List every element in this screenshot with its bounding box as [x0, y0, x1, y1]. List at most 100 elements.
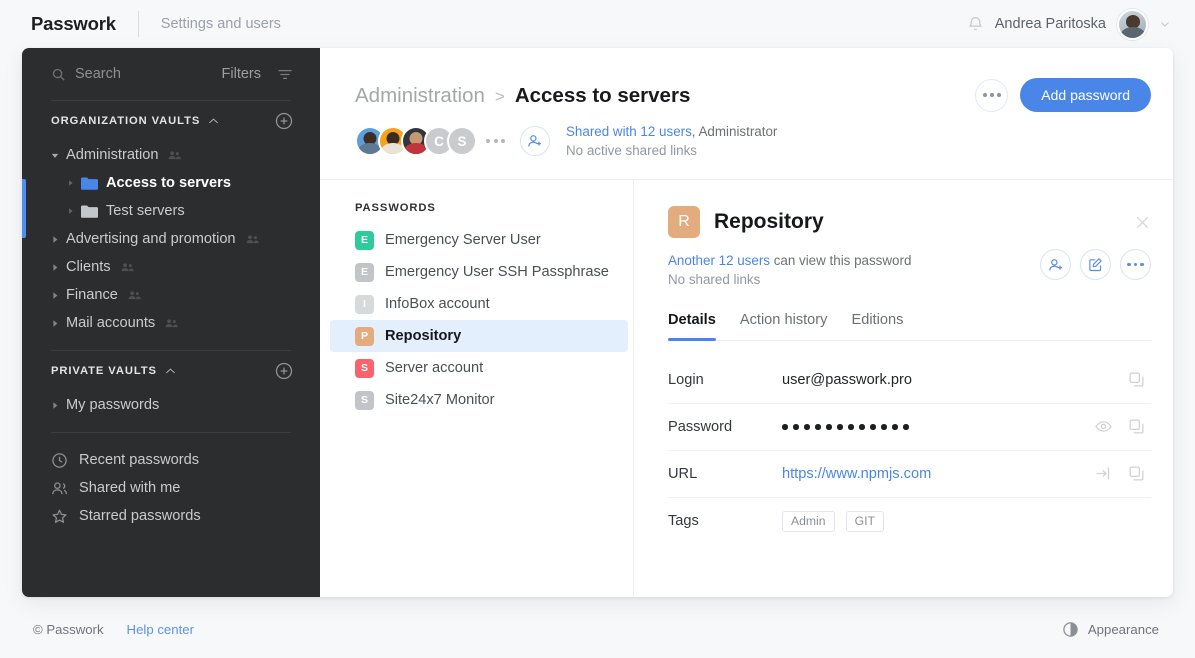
detail-fields: Login user@passwork.pro Password URL htt… [668, 357, 1151, 545]
add-user-icon [1048, 258, 1062, 270]
avatar[interactable]: S [447, 126, 477, 157]
private-vaults-title: Private vaults [51, 365, 157, 377]
field-login: Login user@passwork.pro [668, 357, 1151, 404]
field-label: Login [668, 371, 704, 388]
url-value[interactable]: https://www.npmjs.com [782, 466, 1095, 482]
help-center-link[interactable]: Help center [127, 622, 194, 637]
triangle-right-icon[interactable] [51, 235, 59, 244]
search-row[interactable]: Search Filters [51, 48, 293, 100]
sidebar-active-accent [22, 179, 26, 238]
add-password-button[interactable]: Add password [1020, 78, 1151, 112]
copy-icon[interactable] [1128, 371, 1145, 388]
organization-vaults-header[interactable]: Organization vaults [51, 101, 293, 141]
shared-links-status: No active shared links [566, 143, 697, 159]
header-divider [137, 11, 139, 37]
sidebar: Search Filters Organization vaults [22, 48, 320, 597]
password-name: Site24x7 Monitor [385, 392, 495, 408]
plus-circle-icon[interactable] [275, 362, 293, 380]
bell-icon[interactable] [967, 15, 984, 33]
sidebar-item-advertising-and-promotion[interactable]: Advertising and promotion [22, 225, 320, 253]
triangle-right-icon[interactable] [67, 179, 74, 187]
triangle-right-icon[interactable] [51, 291, 59, 300]
private-vaults-header[interactable]: Private vaults [51, 351, 293, 391]
copyright-text: © Passwork [33, 621, 104, 637]
more-options-button[interactable] [975, 78, 1009, 112]
sidebar-item-administration[interactable]: Administration [22, 141, 320, 169]
breadcrumb-parent[interactable]: Administration [355, 84, 485, 108]
top-bar: Passwork Settings and users Andrea Parit… [0, 0, 1195, 48]
open-link-icon[interactable] [1095, 465, 1112, 482]
triangle-down-icon[interactable] [51, 151, 59, 160]
triangle-right-icon[interactable] [51, 263, 59, 272]
triangle-right-icon[interactable] [51, 401, 59, 410]
tab-editions[interactable]: Editions [851, 312, 903, 340]
detail-share-line: Another 12 users can view this password [668, 251, 911, 270]
shared-users-icon [169, 151, 182, 160]
tag[interactable]: Admin [782, 510, 835, 532]
tab-details[interactable]: Details [668, 312, 716, 341]
copy-icon[interactable] [1128, 418, 1145, 435]
list-item-selected[interactable]: P Repository [330, 320, 628, 352]
copy-icon[interactable] [1128, 465, 1145, 482]
triangle-right-icon[interactable] [51, 319, 59, 328]
list-item[interactable]: S Server account [320, 352, 628, 384]
sidebar-item-shared-with-me[interactable]: Shared with me [22, 474, 320, 502]
sidebar-item-label: Recent passwords [79, 452, 200, 468]
password-list-title: Passwords [355, 202, 436, 214]
sidebar-item-mail-accounts[interactable]: Mail accounts [22, 309, 320, 337]
avatar-stack[interactable]: C S [355, 126, 477, 157]
triangle-right-icon[interactable] [67, 207, 74, 215]
shared-role: , Administrator [691, 124, 778, 139]
content-area: Administration > Access to servers C S S… [320, 48, 1173, 597]
sidebar-item-starred-passwords[interactable]: Starred passwords [22, 502, 320, 530]
chevron-down-icon[interactable] [1159, 18, 1171, 30]
settings-and-users-link[interactable]: Settings and users [161, 16, 281, 32]
filter-icon[interactable] [277, 68, 293, 81]
sidebar-item-finance[interactable]: Finance [22, 281, 320, 309]
add-user-button[interactable] [520, 126, 550, 157]
share-summary-row: C S Shared with 12 users, Administrator … [355, 122, 777, 160]
chevron-up-icon[interactable] [208, 117, 219, 125]
tag[interactable]: GIT [845, 510, 884, 532]
password-name: Repository [385, 328, 462, 344]
divider [51, 432, 291, 433]
shared-users-link[interactable]: Shared with 12 users [566, 124, 692, 139]
login-value: user@passwork.pro [782, 371, 912, 388]
organization-vaults-tree: Administration Access to servers Test se… [22, 141, 320, 337]
shared-users-icon [165, 319, 179, 328]
detail-share-row: Another 12 users can view this password … [668, 249, 1151, 290]
sidebar-item-test-servers[interactable]: Test servers [22, 197, 320, 225]
sidebar-item-recent-passwords[interactable]: Recent passwords [22, 446, 320, 474]
filters-label[interactable]: Filters [222, 66, 261, 82]
close-icon[interactable] [1134, 214, 1151, 231]
footer: © Passwork Help center Appearance [0, 600, 1195, 658]
sidebar-item-access-to-servers[interactable]: Access to servers [22, 169, 320, 197]
field-actions [1095, 465, 1145, 482]
share-button[interactable] [1040, 249, 1071, 280]
plus-circle-icon[interactable] [275, 112, 293, 130]
appearance-toggle[interactable]: Appearance [1062, 621, 1159, 638]
edit-button[interactable] [1080, 249, 1111, 280]
ellipsis-icon[interactable] [486, 139, 505, 144]
detail-actions [1040, 249, 1151, 280]
eye-icon[interactable] [1095, 418, 1112, 435]
list-item[interactable]: S Site24x7 Monitor [320, 384, 628, 416]
list-item[interactable]: E Emergency Server User [320, 224, 628, 256]
brand-logo[interactable]: Passwork [31, 13, 116, 35]
list-item[interactable]: E Emergency User SSH Passphrase [320, 256, 628, 288]
password-badge: P [355, 326, 374, 346]
search-input[interactable]: Search [75, 66, 213, 82]
field-label: Password [668, 418, 733, 435]
field-label: Tags [668, 513, 699, 530]
shared-users-icon [121, 263, 134, 272]
organization-vaults-title: Organization vaults [51, 115, 201, 127]
sidebar-item-clients[interactable]: Clients [22, 253, 320, 281]
sidebar-item-my-passwords[interactable]: My passwords [22, 391, 320, 419]
password-badge: S [355, 358, 374, 378]
avatar[interactable] [1117, 8, 1148, 40]
tab-action-history[interactable]: Action history [740, 312, 828, 340]
list-item[interactable]: I InfoBox account [320, 288, 628, 320]
more-button[interactable] [1120, 249, 1151, 280]
detail-share-users-link[interactable]: Another 12 users [668, 253, 770, 268]
chevron-up-icon[interactable] [165, 367, 176, 375]
